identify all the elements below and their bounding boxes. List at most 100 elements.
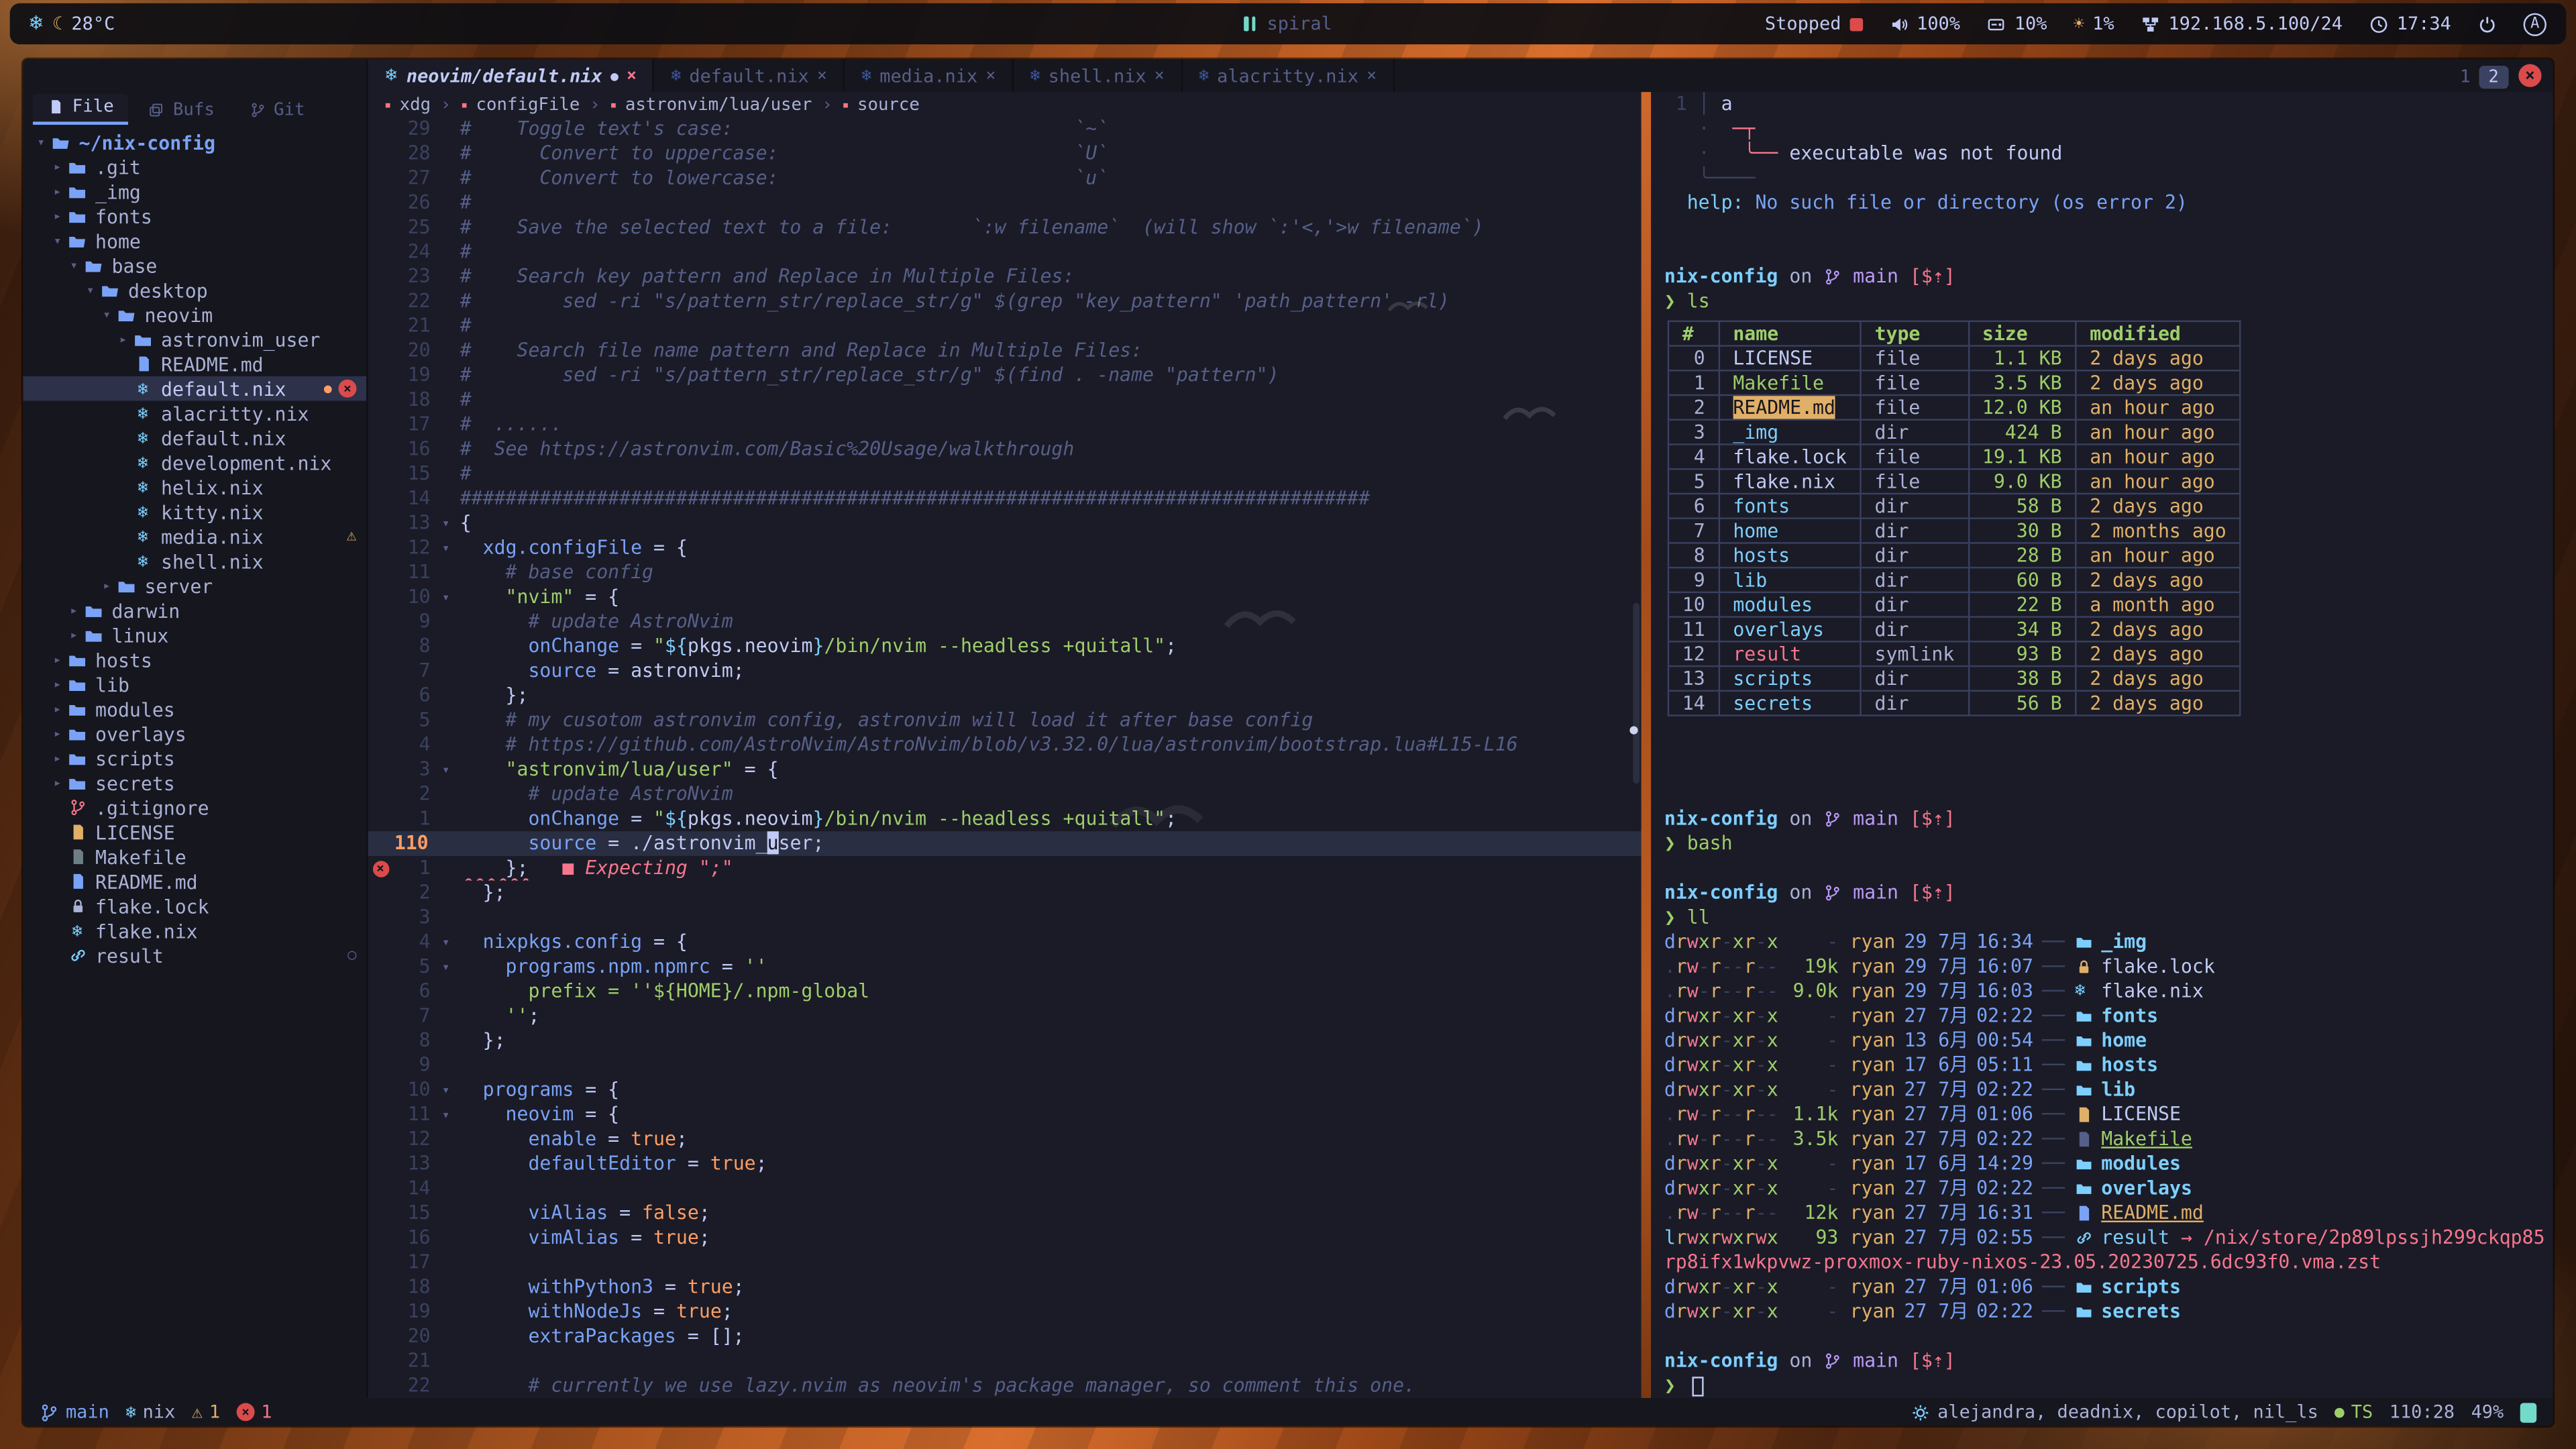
code-line[interactable]: 27# Convert to lowercase: `u` xyxy=(368,166,1642,191)
code-line[interactable]: 7 source = astronvim; xyxy=(368,659,1642,684)
code-line[interactable]: 29# Toggle text's case: `~` xyxy=(368,117,1642,142)
code-line[interactable]: 14 xyxy=(368,1176,1642,1201)
code-line[interactable]: 9 # update AstroNvim xyxy=(368,610,1642,635)
tab-close-icon[interactable]: × xyxy=(627,66,637,85)
fold-icon[interactable]: ▾ xyxy=(442,930,460,955)
buffer-tab[interactable]: ❄default.nix× xyxy=(655,59,845,92)
tree-item[interactable]: LICENSE xyxy=(23,820,366,845)
tree-item[interactable]: ▸overlays xyxy=(23,721,366,746)
code-line[interactable]: 11▾ neovim = { xyxy=(368,1102,1642,1127)
code-line[interactable]: 4▾ nixpkgs.config = { xyxy=(368,930,1642,955)
fold-icon[interactable]: ▾ xyxy=(442,535,460,560)
network-indicator[interactable]: 192.168.5.100/24 xyxy=(2141,13,2343,35)
tree-item[interactable]: result○ xyxy=(23,943,366,968)
code-line[interactable]: 11 # base config xyxy=(368,560,1642,585)
tree-item[interactable]: ▸astronvim_user xyxy=(23,327,366,352)
breadcrumb-item[interactable]: ▪source xyxy=(842,95,919,114)
code-area[interactable]: 29# Toggle text's case: `~`28# Convert t… xyxy=(368,117,1642,1398)
tab-close-icon[interactable]: × xyxy=(1366,66,1377,85)
tree-item[interactable]: ▾home xyxy=(23,228,366,253)
code-line[interactable]: 23# Search key pattern and Replace in Mu… xyxy=(368,264,1642,289)
code-line[interactable]: 16 vimAlias = true; xyxy=(368,1226,1642,1250)
buffer-tab[interactable]: ❄shell.nix× xyxy=(1014,59,1182,92)
code-line[interactable]: 6 prefix = ''${HOME}/.npm-global xyxy=(368,979,1642,1004)
tab-close-icon[interactable]: × xyxy=(985,66,996,85)
code-line[interactable]: 28# Convert to uppercase: `U` xyxy=(368,142,1642,166)
terminal[interactable]: 1 │ a · ─┬ · ╰── executable was not foun… xyxy=(1651,92,2553,1398)
code-line[interactable]: 19# sed -ri "s/pattern_str/replace_str/g… xyxy=(368,363,1642,388)
tree-item[interactable]: README.md xyxy=(23,352,366,376)
code-line[interactable]: 21 xyxy=(368,1349,1642,1374)
tree-item[interactable]: ▸server xyxy=(23,574,366,598)
code-line[interactable]: 9 xyxy=(368,1053,1642,1078)
tree-item[interactable]: ▸linux xyxy=(23,623,366,647)
code-line[interactable]: 18# xyxy=(368,388,1642,413)
code-line[interactable]: 22# sed -ri "s/pattern_str/replace_str/g… xyxy=(368,289,1642,314)
code-line[interactable]: 6 }; xyxy=(368,684,1642,708)
editor[interactable]: ▪xdg›▪configFile›▪astronvim/lua/user›▪so… xyxy=(368,92,1642,1398)
tree-item[interactable]: ▸secrets xyxy=(23,771,366,796)
breadcrumb-item[interactable]: ▪configFile xyxy=(461,95,580,114)
tabpage-indicator[interactable]: 2 xyxy=(2479,65,2509,88)
tree-item[interactable]: ❄media.nix⚠ xyxy=(23,524,366,549)
tree-item[interactable]: ❄flake.nix xyxy=(23,918,366,943)
tree-item[interactable]: ▸scripts xyxy=(23,746,366,771)
code-line[interactable]: 20 extraPackages = []; xyxy=(368,1324,1642,1349)
code-line[interactable]: 21# xyxy=(368,314,1642,339)
tree-item[interactable]: ❄development.nix xyxy=(23,450,366,475)
fold-icon[interactable]: ▾ xyxy=(442,585,460,610)
code-line[interactable]: 26# xyxy=(368,191,1642,215)
code-line[interactable]: 3 xyxy=(368,905,1642,930)
tree-item[interactable]: ❄kitty.nix xyxy=(23,499,366,524)
terminal-command-line[interactable]: ❯ ll xyxy=(1664,905,2553,930)
weather-indicator[interactable]: ☾ 28°C xyxy=(52,13,115,35)
code-line[interactable]: 7 ''; xyxy=(368,1004,1642,1028)
power-button[interactable] xyxy=(2477,14,2497,34)
code-line[interactable]: 2 # update AstroNvim xyxy=(368,782,1642,807)
fold-icon[interactable]: ▾ xyxy=(442,955,460,979)
code-line[interactable]: 15 viAlias = false; xyxy=(368,1201,1642,1226)
diagnostic-errors[interactable]: × 1 xyxy=(237,1401,272,1423)
code-line[interactable]: 19 withNodeJs = true; xyxy=(368,1299,1642,1324)
code-line[interactable]: 3▾ "astronvim/lua/user" = { xyxy=(368,757,1642,782)
code-line[interactable]: 5▾ programs.npm.npmrc = '' xyxy=(368,955,1642,979)
code-line[interactable]: 110 source = ./astronvim_user; xyxy=(368,831,1642,856)
code-line[interactable]: 14######################################… xyxy=(368,486,1642,511)
code-line[interactable]: 18 withPython3 = true; xyxy=(368,1275,1642,1299)
code-line[interactable]: 13▾{ xyxy=(368,511,1642,536)
explorer-tab-bufs[interactable]: Bufs xyxy=(133,97,229,125)
tree-item[interactable]: ❄default.nix●× xyxy=(23,376,366,401)
tab-close-icon[interactable]: × xyxy=(817,66,827,85)
breadcrumb-item[interactable]: ▪astronvim/lua/user xyxy=(610,95,812,114)
breadcrumb-item[interactable]: ▪xdg xyxy=(384,95,431,114)
code-line[interactable]: 12 enable = true; xyxy=(368,1127,1642,1152)
terminal-command-line[interactable]: ❯ xyxy=(1664,1373,2553,1398)
fold-icon[interactable]: ▾ xyxy=(442,511,460,536)
terminal-command-line[interactable]: ❯ ls xyxy=(1664,289,2553,314)
buffer-tab[interactable]: ❄neovim/default.nix●× xyxy=(368,59,655,92)
code-line[interactable]: 20# Search file name pattern and Replace… xyxy=(368,338,1642,363)
buffer-tab[interactable]: ❄media.nix× xyxy=(845,59,1014,92)
code-line[interactable]: 24# xyxy=(368,240,1642,265)
buffer-tab[interactable]: ❄alacritty.nix× xyxy=(1183,59,1395,92)
code-line[interactable]: 16# See https://astronvim.com/Basic%20Us… xyxy=(368,437,1642,462)
brightness-indicator[interactable]: ☀ 1% xyxy=(2074,13,2114,35)
code-line[interactable]: 22 # currently we use lazy.nvim as neovi… xyxy=(368,1373,1642,1398)
scrollbar[interactable] xyxy=(1633,604,1640,784)
close-all-button[interactable]: × xyxy=(2518,64,2541,87)
code-line[interactable]: 25# Save the selected text to a file: `:… xyxy=(368,215,1642,240)
fold-icon[interactable]: ▾ xyxy=(442,757,460,782)
code-line[interactable]: ×1 }; ■ Expecting ";" xyxy=(368,856,1642,881)
code-line[interactable]: 8 onChange = "${pkgs.neovim}/bin/nvim --… xyxy=(368,634,1642,659)
code-line[interactable]: 13 defaultEditor = true; xyxy=(368,1152,1642,1177)
code-line[interactable]: 15# xyxy=(368,462,1642,486)
code-line[interactable]: 5 # my cusotom astronvim config, astronv… xyxy=(368,708,1642,733)
tree-item[interactable]: README.md xyxy=(23,869,366,894)
workspace-indicator[interactable]: spiral xyxy=(1244,13,1332,35)
diagnostic-warnings[interactable]: ⚠ 1 xyxy=(192,1401,220,1423)
clock[interactable]: 17:34 xyxy=(2369,13,2451,35)
code-line[interactable]: 17# ...... xyxy=(368,413,1642,437)
disk-indicator[interactable]: 10% xyxy=(1986,13,2047,35)
explorer-tab-git[interactable]: Git xyxy=(234,97,319,125)
tree-item[interactable]: ▸modules xyxy=(23,696,366,721)
